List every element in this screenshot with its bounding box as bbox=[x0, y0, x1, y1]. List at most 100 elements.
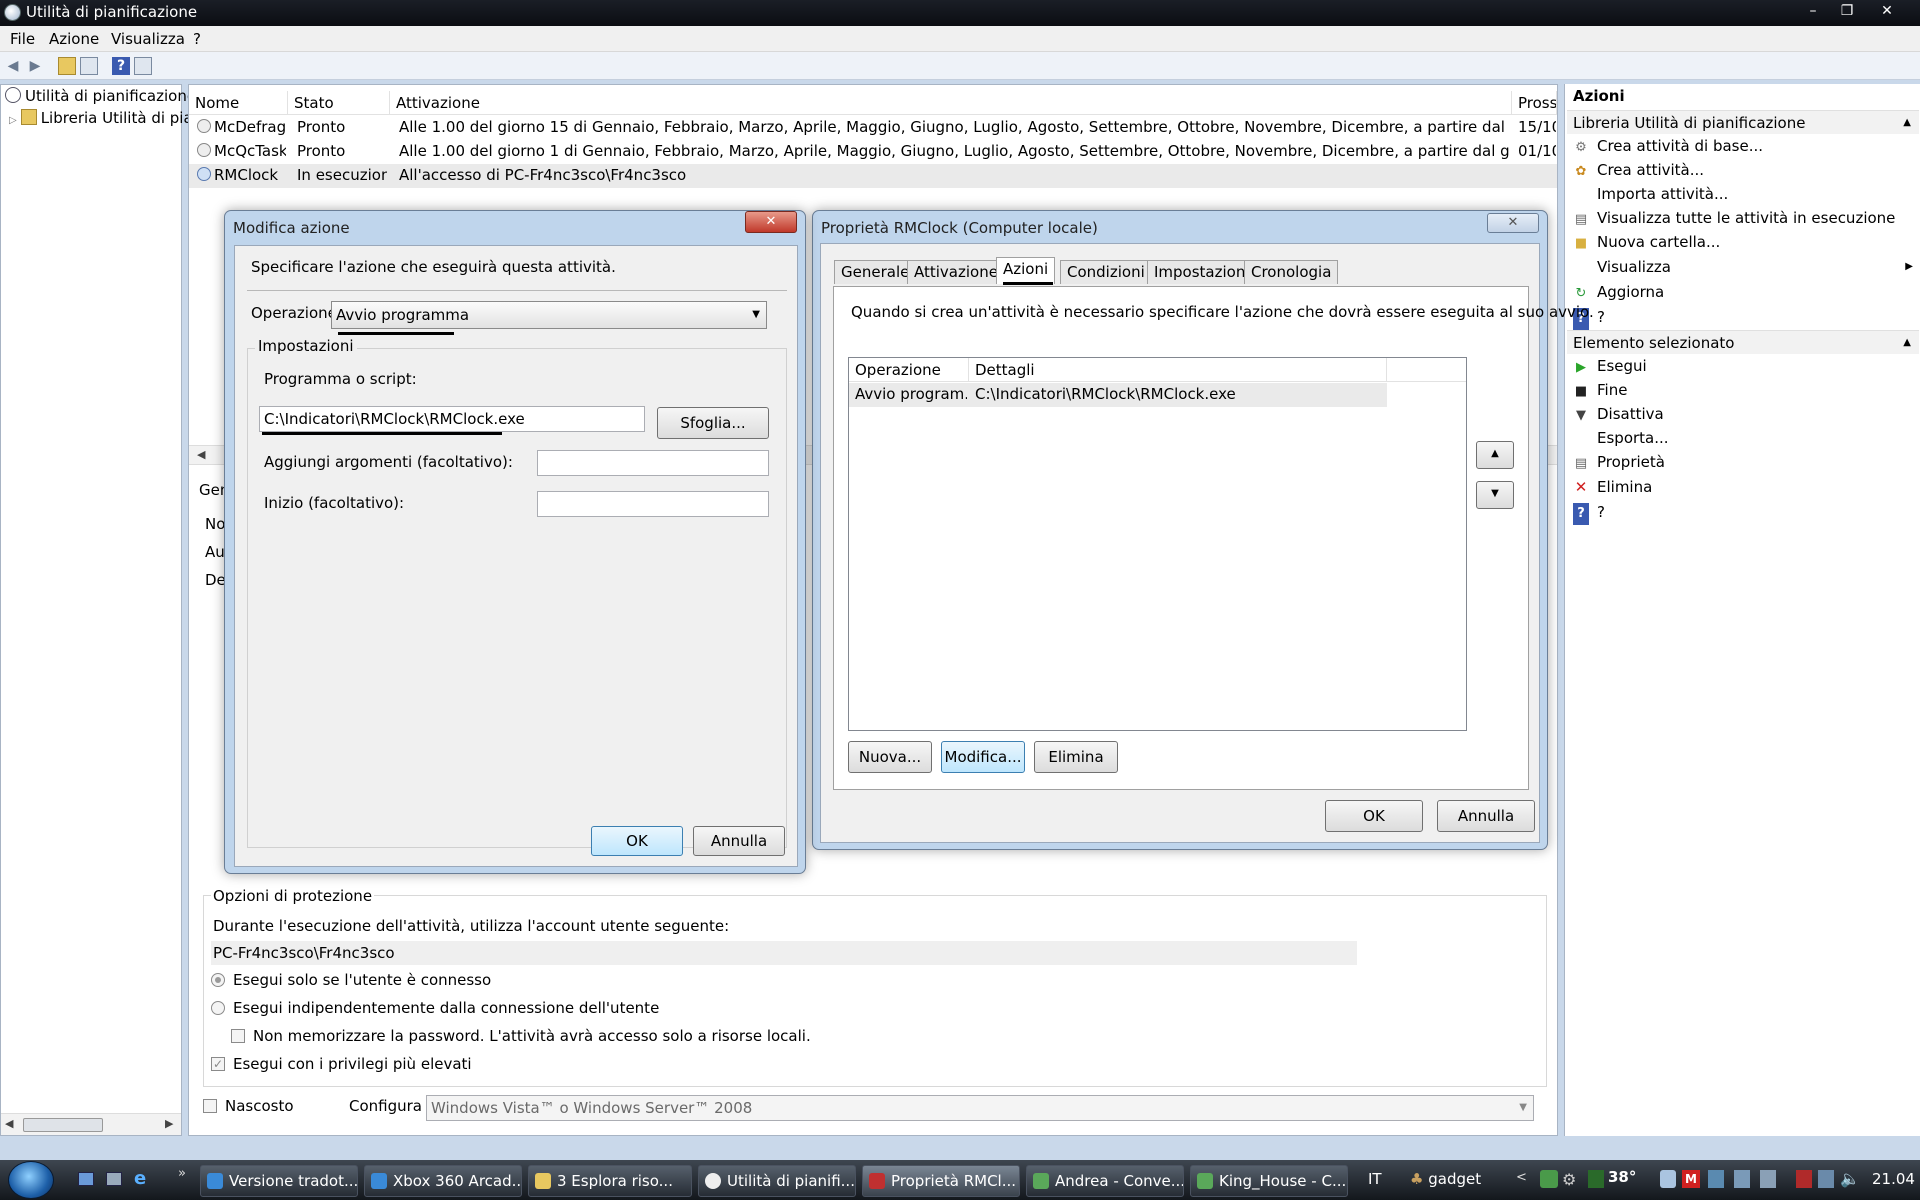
scroll-left-arrow-icon[interactable]: ◀ bbox=[5, 1117, 13, 1130]
column-details[interactable]: Dettagli bbox=[969, 358, 1387, 382]
properties-cancel-button[interactable]: Annulla bbox=[1437, 800, 1535, 832]
operation-select[interactable]: Avvio programma ▼ bbox=[331, 301, 767, 329]
action-help-selected[interactable]: ?? bbox=[1573, 501, 1605, 525]
close-button[interactable]: ✕ bbox=[1870, 0, 1904, 22]
chevron-left-icon[interactable]: < bbox=[1516, 1170, 1527, 1185]
tab-cronologia[interactable]: Cronologia bbox=[1244, 260, 1339, 284]
column-operation[interactable]: Operazione bbox=[849, 358, 969, 382]
edit-action-button[interactable]: Modifica... bbox=[941, 741, 1025, 773]
action-show-running-tasks[interactable]: ▤ Visualizza tutte le attività in esecuzi… bbox=[1573, 207, 1896, 229]
new-action-button[interactable]: Nuova... bbox=[848, 741, 932, 773]
scrollbar-thumb[interactable] bbox=[23, 1118, 103, 1132]
section-selected-item[interactable]: Elemento selezionato ▲ bbox=[1567, 330, 1919, 354]
tab-attivazione[interactable]: Attivazione bbox=[907, 260, 1005, 284]
delete-action-button[interactable]: Elimina bbox=[1034, 741, 1118, 773]
move-down-button[interactable]: ▼ bbox=[1476, 481, 1514, 509]
tray-icon[interactable] bbox=[1796, 1170, 1812, 1188]
checkbox-do-not-store-password[interactable] bbox=[231, 1029, 245, 1043]
properties-ok-button[interactable]: OK bbox=[1325, 800, 1423, 832]
show-hide-actions-icon[interactable] bbox=[134, 57, 152, 75]
edit-action-ok-button[interactable]: OK bbox=[591, 826, 683, 856]
tray-icon[interactable] bbox=[1708, 1170, 1724, 1188]
collapse-up-icon[interactable]: ▲ bbox=[1903, 111, 1911, 135]
show-hide-tree-icon[interactable] bbox=[80, 57, 98, 75]
tray-icon[interactable] bbox=[1760, 1170, 1776, 1188]
menu-help[interactable]: ? bbox=[193, 30, 201, 48]
internet-explorer-icon[interactable]: e bbox=[134, 1168, 146, 1189]
section-library[interactable]: Libreria Utilità di pianificazione ▲ bbox=[1567, 110, 1919, 134]
tab-generale[interactable]: Generale bbox=[834, 260, 917, 284]
list-item[interactable]: Avvio program... C:\Indicatori\RMClock\R… bbox=[849, 383, 1387, 407]
tray-cpu-icon[interactable] bbox=[1588, 1170, 1604, 1188]
help-icon[interactable]: ? bbox=[112, 57, 130, 75]
tab-azioni[interactable]: Azioni bbox=[996, 257, 1056, 284]
browse-button[interactable]: Sfoglia... bbox=[657, 407, 769, 439]
program-input[interactable]: C:\Indicatori\RMClock\RMClock.exe bbox=[259, 406, 645, 432]
action-delete[interactable]: ✕ Elimina bbox=[1573, 476, 1653, 498]
collapse-up-icon[interactable]: ▲ bbox=[1903, 331, 1911, 355]
taskbar-item-active[interactable]: Proprietà RMCl... bbox=[862, 1165, 1020, 1197]
action-import-task[interactable]: Importa attività... bbox=[1573, 183, 1728, 205]
tray-mcafee-icon[interactable]: M bbox=[1682, 1170, 1700, 1188]
quick-launch-more-icon[interactable]: » bbox=[178, 1166, 186, 1181]
move-up-button[interactable]: ▲ bbox=[1476, 441, 1514, 469]
column-trigger[interactable]: Attivazione bbox=[390, 91, 1512, 115]
taskbar-item[interactable]: Versione tradot... bbox=[200, 1165, 358, 1197]
tray-icon[interactable] bbox=[1734, 1170, 1750, 1188]
action-run[interactable]: ▶ Esegui bbox=[1573, 355, 1647, 377]
action-refresh[interactable]: ↻ Aggiorna bbox=[1573, 281, 1665, 303]
edit-action-close-button[interactable]: ✕ bbox=[745, 211, 797, 233]
tab-condizioni[interactable]: Condizioni bbox=[1060, 260, 1152, 284]
gadget-toolbar[interactable]: ♣ gadget bbox=[1410, 1170, 1481, 1188]
properties-close-button[interactable]: ✕ bbox=[1487, 213, 1539, 233]
menu-visualizza[interactable]: Visualizza bbox=[111, 30, 185, 48]
minimize-button[interactable]: – bbox=[1796, 0, 1830, 22]
tray-volume-icon[interactable]: 🔈 bbox=[1840, 1169, 1860, 1188]
edit-action-cancel-button[interactable]: Annulla bbox=[693, 826, 785, 856]
tray-icon[interactable] bbox=[1660, 1170, 1676, 1188]
back-arrow-icon[interactable]: ◀ bbox=[4, 57, 22, 75]
radio-only-logged-on[interactable] bbox=[211, 973, 225, 987]
checkbox-hidden[interactable] bbox=[203, 1099, 217, 1113]
scroll-right-arrow-icon[interactable]: ▶ bbox=[165, 1117, 173, 1130]
column-status[interactable]: Stato bbox=[288, 91, 390, 115]
action-create-task[interactable]: ✿ Crea attività... bbox=[1573, 159, 1705, 181]
taskbar-item[interactable]: King_House - C... bbox=[1190, 1165, 1348, 1197]
tray-gear-icon[interactable]: ⚙ bbox=[1562, 1170, 1576, 1189]
action-disable[interactable]: ▼ Disattiva bbox=[1573, 403, 1664, 425]
switch-windows-icon[interactable] bbox=[106, 1172, 122, 1186]
scroll-left-arrow-icon[interactable]: ◀ bbox=[197, 448, 205, 461]
show-desktop-icon[interactable] bbox=[78, 1172, 94, 1186]
configure-select[interactable]: Windows Vista™ o Windows Server™ 2008 ▼ bbox=[426, 1095, 1534, 1121]
action-end[interactable]: ■ Fine bbox=[1573, 379, 1628, 401]
taskbar-item[interactable]: Xbox 360 Arcad... bbox=[364, 1165, 522, 1197]
action-create-basic-task[interactable]: ⚙ Crea attività di base... bbox=[1573, 135, 1763, 157]
taskbar-item[interactable]: Utilità di pianifi... bbox=[698, 1165, 856, 1197]
tree-root[interactable]: Utilità di pianificazione bbox=[5, 87, 196, 105]
table-row-selected[interactable]: RMClock In esecuzione All'accesso di PC-… bbox=[189, 164, 1557, 188]
start-in-input[interactable] bbox=[537, 491, 769, 517]
table-row[interactable]: McDefrag... Pronto Alle 1.00 del giorno … bbox=[189, 116, 1557, 140]
taskbar-item[interactable]: Andrea - Conve... bbox=[1026, 1165, 1184, 1197]
taskbar-item[interactable]: 3 Esplora riso... bbox=[528, 1165, 692, 1197]
radio-regardless-logged-on[interactable] bbox=[211, 1001, 225, 1015]
action-properties[interactable]: ▤ Proprietà bbox=[1573, 451, 1665, 473]
forward-arrow-icon[interactable]: ▶ bbox=[26, 57, 44, 75]
checkbox-highest-privileges[interactable]: ✓ bbox=[211, 1057, 225, 1071]
action-view[interactable]: Visualizza ▶ bbox=[1573, 256, 1913, 278]
tree-horizontal-scrollbar[interactable]: ◀ ▶ bbox=[1, 1113, 181, 1135]
column-name[interactable]: Nome bbox=[189, 91, 288, 115]
tree-library[interactable]: ▷ Libreria Utilità di pia bbox=[9, 109, 193, 127]
menu-azione[interactable]: Azione bbox=[49, 30, 99, 48]
action-new-folder[interactable]: ■ Nuova cartella... bbox=[1573, 231, 1720, 253]
tray-icon[interactable] bbox=[1818, 1170, 1834, 1188]
tray-temperature[interactable]: 38° bbox=[1608, 1168, 1636, 1186]
folder-up-icon[interactable] bbox=[58, 57, 76, 75]
action-export[interactable]: Esporta... bbox=[1573, 427, 1669, 449]
tab-impostazioni[interactable]: Impostazioni bbox=[1147, 260, 1257, 284]
restore-button[interactable]: ❐ bbox=[1830, 0, 1864, 22]
language-indicator[interactable]: IT bbox=[1368, 1170, 1382, 1188]
menu-file[interactable]: File bbox=[10, 30, 35, 48]
table-row[interactable]: McQcTask Pronto Alle 1.00 del giorno 1 d… bbox=[189, 140, 1557, 164]
arguments-input[interactable] bbox=[537, 450, 769, 476]
